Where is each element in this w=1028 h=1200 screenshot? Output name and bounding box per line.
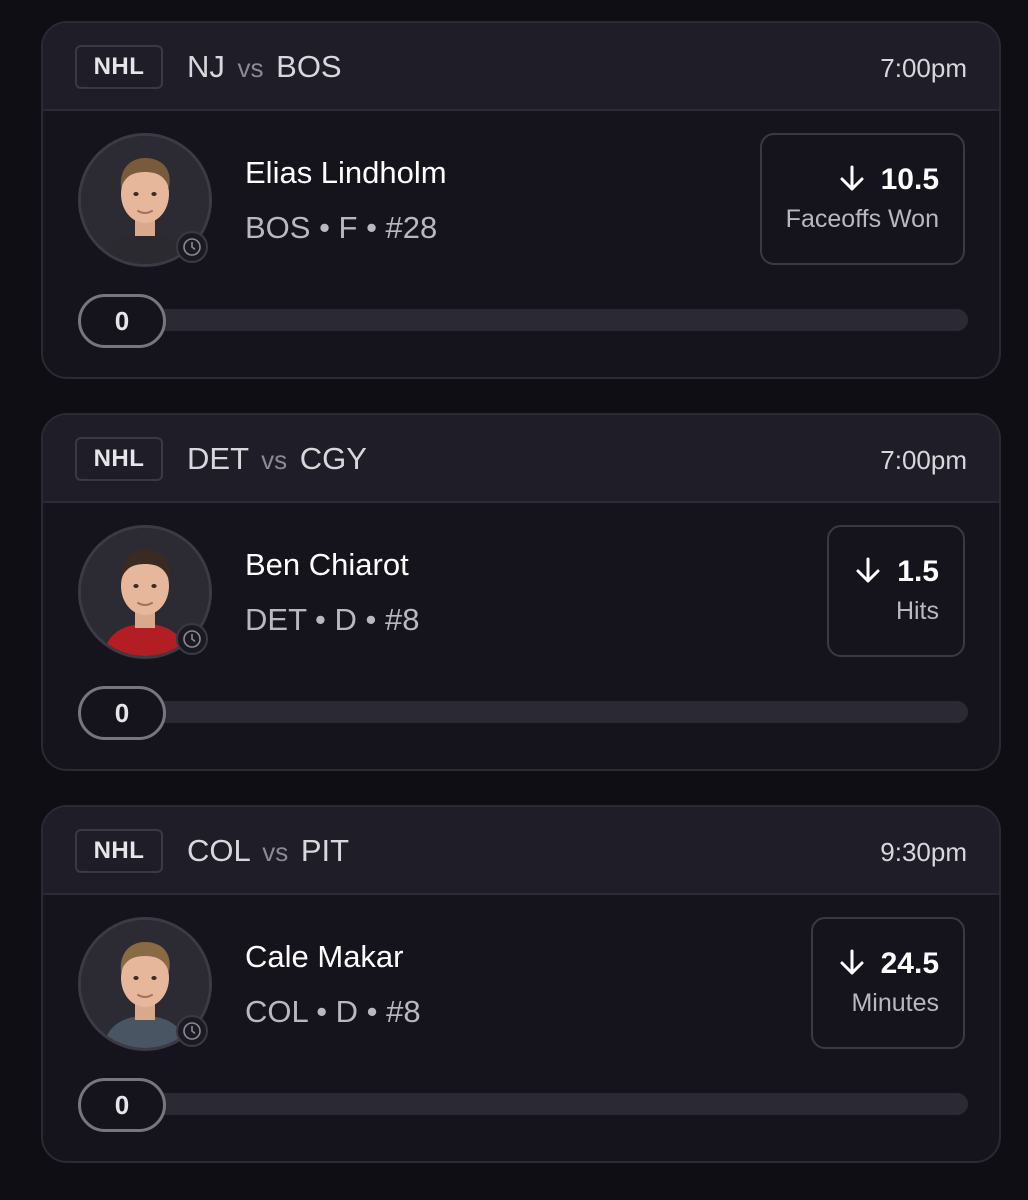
pick-list: NHL NJ vs BOS 7:00pm Elias Lindholm BOS … <box>0 0 1028 1200</box>
team-a: COL <box>187 833 250 868</box>
projection-box[interactable]: 1.5 Hits <box>827 525 965 657</box>
clock-icon <box>176 623 208 655</box>
arrow-down-icon <box>837 163 867 198</box>
projection-value: 10.5 <box>880 163 939 196</box>
projection-box[interactable]: 24.5 Minutes <box>810 917 965 1049</box>
projection-line: 24.5 <box>837 946 939 982</box>
projection-box[interactable]: 10.5 Faceoffs Won <box>759 133 965 265</box>
progress-count: 0 <box>78 686 166 740</box>
projection-line: 10.5 <box>837 162 939 198</box>
league-badge: NHL <box>75 829 163 873</box>
pick-card[interactable]: NHL COL vs PIT 9:30pm Cale Makar COL • D… <box>41 805 1001 1163</box>
projection-stat: Hits <box>895 597 939 625</box>
team-b: PIT <box>300 833 350 868</box>
game-time: 7:00pm <box>880 53 967 83</box>
player-avatar[interactable] <box>78 917 212 1051</box>
team-b: CGY <box>299 441 367 476</box>
team-a: NJ <box>187 49 225 84</box>
vs-label: vs <box>261 445 288 475</box>
projection-value: 24.5 <box>880 947 939 980</box>
pick-card[interactable]: NHL DET vs CGY 7:00pm Ben Chiarot DET • … <box>41 413 1001 771</box>
projection-stat: Faceoffs Won <box>785 205 939 233</box>
game-header: NHL COL vs PIT 9:30pm <box>43 807 999 895</box>
game-header: NHL NJ vs BOS 7:00pm <box>43 23 999 111</box>
matchup: NJ vs BOS <box>187 48 342 87</box>
matchup: DET vs CGY <box>187 440 367 479</box>
clock-icon <box>176 231 208 263</box>
player-avatar[interactable] <box>78 525 212 659</box>
vs-label: vs <box>237 53 264 83</box>
player-name: Elias Lindholm <box>245 155 447 190</box>
league-badge: NHL <box>75 45 163 89</box>
progress-track <box>78 701 968 723</box>
player-meta: DET • D • #8 <box>245 602 420 637</box>
team-b: BOS <box>276 49 342 84</box>
projection-stat: Minutes <box>851 989 939 1017</box>
arrow-down-icon <box>837 947 867 982</box>
progress-track <box>78 1093 968 1115</box>
progress-count: 0 <box>78 294 166 348</box>
player-name: Ben Chiarot <box>245 547 409 582</box>
player-name: Cale Makar <box>245 939 404 974</box>
clock-icon <box>176 1015 208 1047</box>
game-time: 7:00pm <box>880 445 967 475</box>
player-meta: BOS • F • #28 <box>245 210 438 245</box>
team-a: DET <box>187 441 249 476</box>
matchup: COL vs PIT <box>187 832 349 871</box>
pick-card[interactable]: NHL NJ vs BOS 7:00pm Elias Lindholm BOS … <box>41 21 1001 379</box>
projection-value: 1.5 <box>897 555 939 588</box>
game-time: 9:30pm <box>880 837 967 867</box>
progress-track <box>78 309 968 331</box>
player-meta: COL • D • #8 <box>245 994 421 1029</box>
league-badge: NHL <box>75 437 163 481</box>
vs-label: vs <box>262 837 289 867</box>
projection-line: 1.5 <box>853 554 939 590</box>
arrow-down-icon <box>853 555 883 590</box>
progress-count: 0 <box>78 1078 166 1132</box>
game-header: NHL DET vs CGY 7:00pm <box>43 415 999 503</box>
player-avatar[interactable] <box>78 133 212 267</box>
